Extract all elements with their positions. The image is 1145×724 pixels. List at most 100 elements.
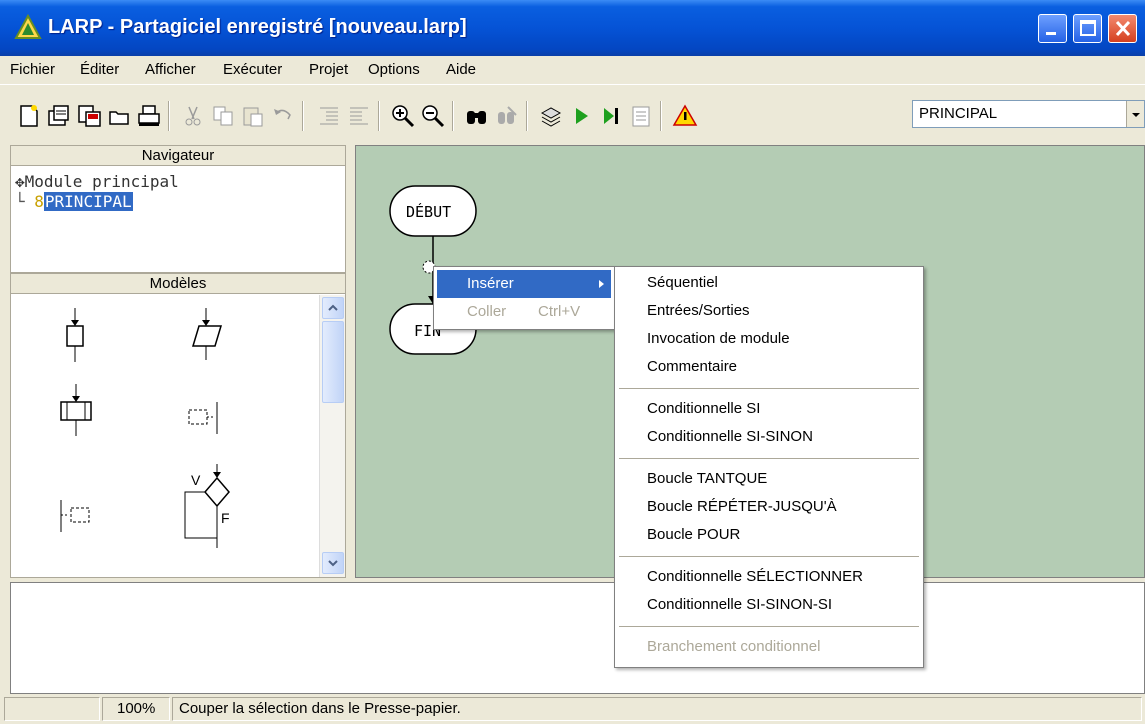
submenu-item[interactable]: Conditionnelle SI-SINON — [647, 428, 813, 445]
toolbar-separator — [378, 101, 380, 131]
print-button[interactable] — [136, 103, 162, 129]
replace-button[interactable] — [494, 103, 520, 129]
paste-button[interactable] — [240, 103, 266, 129]
chevron-up-icon — [328, 304, 338, 311]
menu-projet[interactable]: Projet — [309, 61, 348, 78]
run-button[interactable] — [568, 103, 594, 129]
zoom-in-button[interactable] — [390, 103, 416, 129]
find-button[interactable] — [464, 103, 490, 129]
step-icon — [604, 108, 618, 124]
tree-child-item[interactable]: └ 8PRINCIPAL — [15, 192, 133, 211]
app-logo-icon — [14, 13, 42, 40]
submenu-item[interactable]: Boucle RÉPÉTER-JUSQU'À — [647, 498, 837, 515]
submenu-item[interactable]: Boucle POUR — [647, 526, 740, 543]
folder-icon — [109, 111, 129, 125]
menu-executer[interactable]: Exécuter — [223, 61, 282, 78]
scroll-up-button[interactable] — [322, 297, 344, 319]
copy-button[interactable] — [210, 103, 236, 129]
window-title: LARP - Partagiciel enregistré [nouveau.l… — [48, 16, 467, 38]
conditional-model[interactable]: V F — [177, 464, 247, 554]
context-item-coller[interactable]: Coller Ctrl+V — [437, 298, 611, 326]
submenu-item[interactable]: Conditionnelle SI — [647, 400, 760, 417]
comment-left-model[interactable] — [55, 498, 105, 542]
submenu-item[interactable]: Commentaire — [647, 358, 737, 375]
context-item-inserer[interactable]: Insérer — [437, 270, 611, 298]
close-button[interactable] — [1108, 14, 1137, 43]
menu-separator — [619, 556, 919, 558]
context-item-label: Insérer — [467, 275, 514, 292]
console-icon — [632, 106, 650, 127]
menu-separator — [619, 388, 919, 390]
status-bar: 100% Couper la sélection dans le Presse-… — [0, 694, 1145, 724]
paste-icon — [243, 107, 263, 127]
toolbar-separator — [302, 101, 304, 131]
sequential-block-icon — [66, 308, 84, 362]
insert-submenu: Séquentiel Entrées/Sorties Invocation de… — [614, 266, 924, 668]
submenu-item[interactable]: Conditionnelle SÉLECTIONNER — [647, 568, 863, 585]
submenu-item[interactable]: Invocation de module — [647, 330, 790, 347]
menu-separator — [619, 626, 919, 628]
tree-connector-icon: └ — [15, 192, 35, 211]
models-scrollbar[interactable] — [319, 295, 345, 577]
toolbar-separator — [526, 101, 528, 131]
comment-right-model[interactable] — [181, 400, 231, 444]
minimize-icon — [1046, 32, 1056, 35]
save-file-button[interactable] — [76, 103, 102, 129]
step-button[interactable] — [598, 103, 624, 129]
minimize-button[interactable] — [1038, 14, 1067, 43]
models-title: Modèles — [11, 274, 345, 294]
console-button[interactable] — [628, 103, 654, 129]
submenu-item[interactable]: Séquentiel — [647, 274, 718, 291]
submenu-item[interactable]: Boucle TANTQUE — [647, 470, 767, 487]
io-block-model[interactable] — [181, 308, 231, 372]
submenu-item-disabled[interactable]: Branchement conditionnel — [647, 638, 820, 655]
maximize-icon — [1080, 20, 1096, 36]
module-icon: 8 — [34, 192, 44, 211]
models-panel: Modèles V F — [10, 273, 346, 578]
scroll-thumb[interactable] — [322, 321, 344, 403]
warning-icon — [672, 104, 698, 126]
menu-afficher[interactable]: Afficher — [145, 61, 196, 78]
scroll-down-button[interactable] — [322, 552, 344, 574]
start-node[interactable]: DÉBUT — [406, 203, 451, 221]
chevron-down-icon[interactable] — [1126, 101, 1144, 127]
menu-bar: Fichier Éditer Afficher Exécuter Projet … — [0, 56, 1145, 84]
warning-button[interactable] — [672, 103, 698, 129]
navigator-panel: Navigateur ✥Module principal └ 8PRINCIPA… — [10, 145, 346, 273]
menu-aide[interactable]: Aide — [446, 61, 476, 78]
status-cell-empty — [4, 697, 100, 721]
menu-separator — [619, 458, 919, 460]
chevron-down-icon — [328, 560, 338, 567]
io-block-icon — [191, 308, 223, 360]
outdent-button[interactable] — [346, 103, 372, 129]
title-bar[interactable]: LARP - Partagiciel enregistré [nouveau.l… — [0, 0, 1145, 56]
expand-icon[interactable]: ✥ — [15, 172, 25, 191]
status-message: Couper la sélection dans le Presse-papie… — [172, 697, 1142, 721]
menu-fichier[interactable]: Fichier — [10, 61, 55, 78]
new-file-button[interactable] — [16, 103, 42, 129]
find-icon — [467, 111, 486, 124]
open-file-icon — [48, 105, 69, 126]
zoom-out-button[interactable] — [420, 103, 446, 129]
tree-root-item[interactable]: ✥Module principal — [15, 172, 179, 191]
output-pane[interactable] — [10, 582, 1145, 694]
menu-editer[interactable]: Éditer — [80, 61, 119, 78]
run-icon — [576, 108, 588, 124]
compile-button[interactable] — [538, 103, 564, 129]
context-item-label: Coller — [467, 303, 507, 320]
module-call-model[interactable] — [51, 384, 101, 448]
submenu-item[interactable]: Conditionnelle SI-SINON-SI — [647, 596, 832, 613]
cut-button[interactable] — [180, 103, 206, 129]
submenu-item[interactable]: Entrées/Sorties — [647, 302, 750, 319]
open-folder-button[interactable] — [106, 103, 132, 129]
maximize-button[interactable] — [1073, 14, 1102, 43]
sequential-block-model[interactable] — [55, 308, 95, 372]
indent-button[interactable] — [316, 103, 342, 129]
module-selector[interactable]: PRINCIPAL — [912, 100, 1145, 128]
open-file-button[interactable] — [46, 103, 72, 129]
new-file-icon — [20, 105, 38, 127]
close-icon — [1115, 20, 1131, 37]
navigator-title: Navigateur — [11, 146, 345, 166]
menu-options[interactable]: Options — [368, 61, 420, 78]
undo-button[interactable] — [270, 103, 296, 129]
